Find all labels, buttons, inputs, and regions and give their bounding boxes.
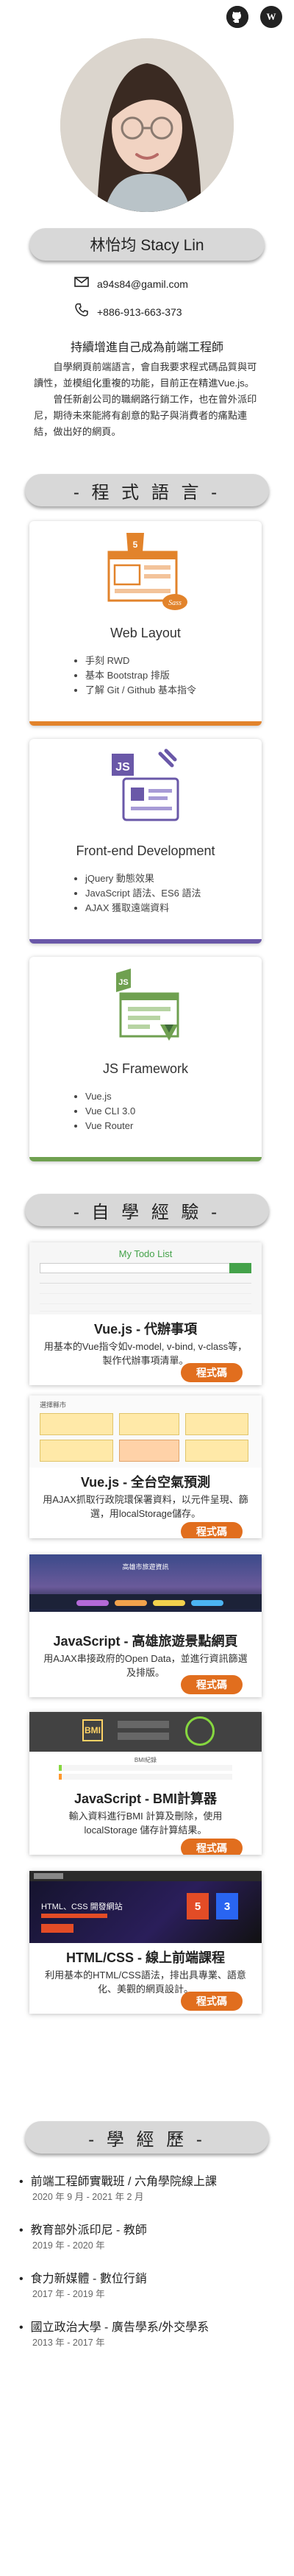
education-item: 國立政治大學 - 廣告學系/外交學系 2013 年 - 2017 年 <box>19 2320 284 2349</box>
skill-title: JS Framework <box>102 1061 188 1076</box>
work-screenshot: 選擇縣市 <box>29 1395 262 1468</box>
skill-item: Vue Router <box>85 1119 135 1133</box>
avatar <box>60 38 234 212</box>
svg-text:Sass: Sass <box>168 599 182 607</box>
skill-card-web-layout: 5 Sass Web Layout 手刻 RWD 基本 Bootstrap 排版… <box>29 521 262 726</box>
envelope-icon <box>74 277 90 291</box>
work-card-todo: My Todo List Vue.js - 代辦事項 用基本的Vue指令如v-m… <box>29 1242 262 1385</box>
profile-name: 林怡均 Stacy Lin <box>90 237 204 254</box>
work-title: Vue.js - 全台空氣預測 <box>80 1475 211 1490</box>
work-card-kaohsiung: 高雄市旅遊資訊 JavaScript - 高雄旅遊景點網頁 用AJAX串接政府的… <box>29 1554 262 1697</box>
section-title-works: - 自 學 經 驗 - <box>25 1194 269 1226</box>
skill-item: Vue.js <box>85 1089 135 1104</box>
education-school: 食力新媒體 - 數位行銷 <box>19 2271 284 2287</box>
intro-paragraph: 自學網頁前端語言，會自我要求程式碼品質與可讀性，並模組化重複的功能，目前正在精進… <box>34 361 257 389</box>
intro-paragraph: 曾任新創公司的職網路行銷工作，也在曾外派印尼，期待未來能將有創意的點子與消費者的… <box>34 394 257 437</box>
code-button[interactable]: 程式碼 <box>181 1522 243 1538</box>
work-card-online-course: HTML、CSS 開發網站 5 3 HTML/CSS - 線上前端課程 利用基本… <box>29 1871 262 2014</box>
skill-accent-bar <box>29 939 262 944</box>
skill-card-frontend: JS Front-end Development jQuery 動態效果 Jav… <box>29 739 262 944</box>
portfolio-page: W 林怡均 Stacy Lin a94s84@gamil.com +886-91… <box>0 0 294 2576</box>
web-layout-icon: 5 Sass <box>101 530 190 617</box>
phone-row: +886-913-663-373 <box>74 303 182 320</box>
screenshot-title: HTML、CSS 開發網站 <box>41 1903 123 1911</box>
github-icon[interactable] <box>226 6 248 28</box>
wordpress-icon[interactable]: W <box>260 6 282 28</box>
work-title: Vue.js - 代辦事項 <box>93 1322 198 1337</box>
screenshot-title: 高雄市旅遊資訊 <box>122 1563 169 1571</box>
skill-accent-bar <box>29 721 262 726</box>
svg-text:JS: JS <box>115 761 130 774</box>
work-description: 用AJAX抓取行政院環保署資料，以元件呈現、篩選，用localStorage儲存… <box>43 1494 248 1519</box>
phone-text[interactable]: +886-913-663-373 <box>97 306 182 318</box>
skill-accent-bar <box>29 1157 262 1161</box>
skill-item: AJAX 獲取遠端資料 <box>85 901 201 916</box>
skill-item: 手刻 RWD <box>85 654 196 668</box>
skill-list: jQuery 動態效果 JavaScript 語法、ES6 語法 AJAX 獲取… <box>75 871 201 916</box>
name-banner: 林怡均 Stacy Lin <box>29 228 265 261</box>
wordpress-glyph: W <box>266 11 276 22</box>
screenshot-title: My Todo List <box>118 1248 173 1259</box>
screenshot-title: 選擇縣市 <box>40 1401 67 1409</box>
education-item: 食力新媒體 - 數位行銷 2017 年 - 2019 年 <box>19 2271 284 2301</box>
education-date: 2017 年 - 2019 年 <box>32 2289 105 2299</box>
section-title-skills: - 程 式 語 言 - <box>25 474 269 506</box>
svg-text:JS: JS <box>118 978 128 987</box>
work-description: 輸入資料進行BMI 計算及刪除，使用 localStorage 儲存計算結果。 <box>68 1811 223 1836</box>
motto: 持續增進自己成為前端工程師 <box>70 342 223 354</box>
header-icons: W <box>226 6 282 28</box>
skill-list: Vue.js Vue CLI 3.0 Vue Router <box>75 1089 135 1133</box>
screenshot-title: BMI紀錄 <box>134 1757 157 1763</box>
email-text[interactable]: a94s84@gamil.com <box>97 278 188 290</box>
skill-title: Web Layout <box>110 626 181 640</box>
work-card-bmi: BMI BMI紀錄 JavaScript - BMI計算器 輸入資料進行BMI … <box>29 1712 262 1855</box>
skill-item: Vue CLI 3.0 <box>85 1104 135 1119</box>
work-title: HTML/CSS - 線上前端課程 <box>66 1950 225 1965</box>
code-button[interactable]: 程式碼 <box>181 1839 243 1855</box>
education-item: 前端工程師實戰班 / 六角學院線上課 2020 年 9 月 - 2021 年 2… <box>19 2174 284 2204</box>
skill-item: 了解 Git / Github 基本指令 <box>85 683 196 698</box>
work-screenshot: BMI BMI紀錄 <box>29 1712 262 1784</box>
education-item: 教育部外派印尼 - 教師 2019 年 - 2020 年 <box>19 2223 284 2252</box>
code-button[interactable]: 程式碼 <box>181 1675 243 1694</box>
work-screenshot: 高雄市旅遊資訊 <box>29 1554 262 1627</box>
education-date: 2020 年 9 月 - 2021 年 2 月 <box>32 2192 144 2202</box>
skill-card-js-framework: JS JS Framework Vue.js Vue CLI 3.0 Vue R… <box>29 957 262 1161</box>
code-button[interactable]: 程式碼 <box>181 1363 243 1382</box>
work-title: JavaScript - 高雄旅遊景點網頁 <box>53 1634 238 1649</box>
skill-item: 基本 Bootstrap 排版 <box>85 668 196 683</box>
svg-text:5: 5 <box>133 539 138 550</box>
education-school: 前端工程師實戰班 / 六角學院線上課 <box>19 2174 284 2190</box>
skill-title: Front-end Development <box>76 843 215 858</box>
work-screenshot: HTML、CSS 開發網站 5 3 <box>29 1871 262 1943</box>
js-framework-icon: JS <box>101 966 190 1052</box>
work-screenshot: My Todo List <box>29 1242 262 1314</box>
phone-icon <box>74 303 90 320</box>
code-button[interactable]: 程式碼 <box>181 1992 243 2011</box>
work-title: JavaScript - BMI計算器 <box>74 1791 218 1806</box>
education-date: 2013 年 - 2017 年 <box>32 2338 105 2348</box>
skill-list: 手刻 RWD 基本 Bootstrap 排版 了解 Git / Github 基… <box>75 654 196 698</box>
section-title-education: - 學 經 歷 - <box>25 2121 269 2154</box>
education-school: 教育部外派印尼 - 教師 <box>19 2223 284 2239</box>
education-school: 國立政治大學 - 廣告學系/外交學系 <box>19 2320 284 2336</box>
email-row: a94s84@gamil.com <box>74 277 188 291</box>
education-date: 2019 年 - 2020 年 <box>32 2240 105 2251</box>
skill-item: jQuery 動態效果 <box>85 871 201 886</box>
intro: 自學網頁前端語言，會自我要求程式碼品質與可讀性，並模組化重複的功能，目前正在精進… <box>34 359 260 440</box>
skill-item: JavaScript 語法、ES6 語法 <box>85 886 201 901</box>
frontend-dev-icon: JS <box>101 748 190 835</box>
work-card-air-quality: 選擇縣市 Vue.js - 全台空氣預測 用AJAX抓取行政院環保署資料，以元件… <box>29 1395 262 1538</box>
